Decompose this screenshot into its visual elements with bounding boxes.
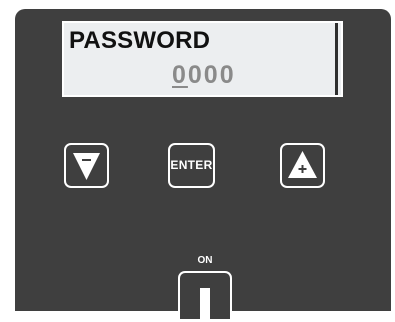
lcd-display: PASSWORD 0000	[62, 21, 343, 97]
down-minus-button[interactable]	[64, 143, 109, 188]
enter-button[interactable]: ENTER	[168, 143, 215, 188]
password-remaining-digits: 000	[187, 61, 236, 89]
password-value: 0000	[172, 61, 236, 90]
power-label: ON	[197, 255, 213, 266]
control-panel: PASSWORD 0000 ENTER ON	[15, 9, 391, 322]
display-edge	[335, 23, 338, 95]
triangle-down-minus-icon	[73, 153, 100, 180]
power-switch-bar-icon	[200, 288, 210, 322]
display-title: PASSWORD	[69, 27, 211, 54]
enter-label: ENTER	[170, 158, 213, 172]
power-switch[interactable]	[178, 271, 232, 322]
triangle-up-plus-icon	[288, 151, 317, 178]
password-cursor-digit: 0	[172, 61, 188, 89]
up-plus-button[interactable]	[280, 143, 325, 188]
